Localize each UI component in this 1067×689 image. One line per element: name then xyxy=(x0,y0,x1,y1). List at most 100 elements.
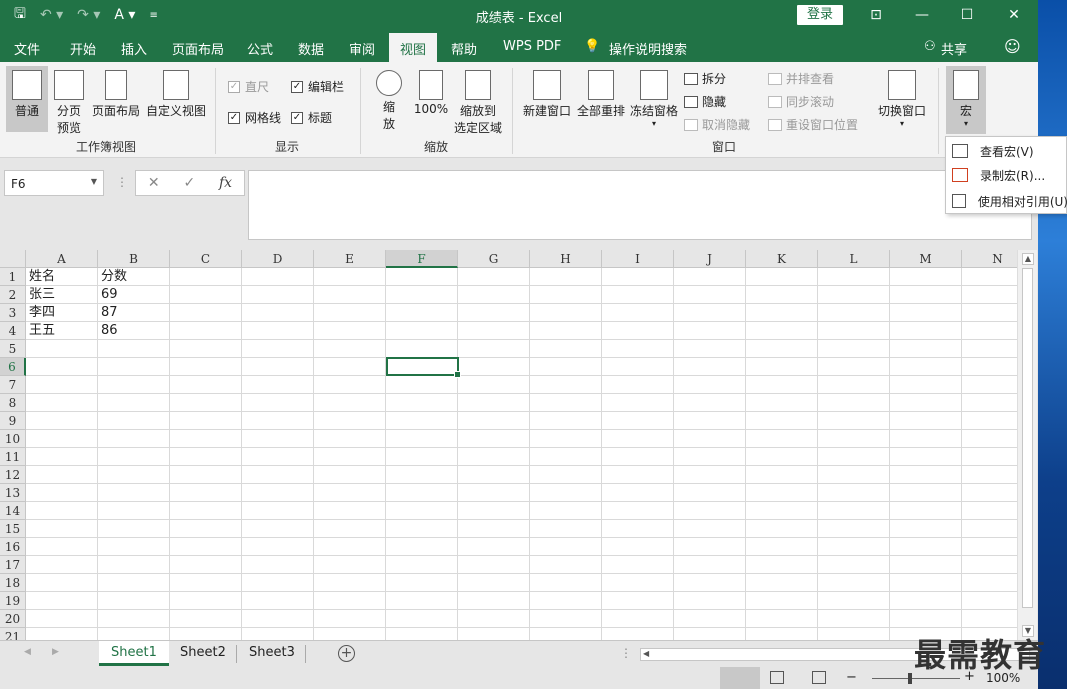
custom-views-button[interactable]: 自定义视图 xyxy=(144,70,208,119)
column-header-D[interactable]: D xyxy=(242,250,314,268)
row-header-18[interactable]: 18 xyxy=(0,574,26,592)
macros-button[interactable]: 宏 ▾ xyxy=(946,66,986,134)
add-sheet-icon[interactable]: + xyxy=(338,645,355,662)
row-header-15[interactable]: 15 xyxy=(0,520,26,538)
sync-scroll-button[interactable]: 同步滚动 xyxy=(768,93,834,110)
view-macros-item[interactable]: 查看宏(V) xyxy=(946,139,1067,163)
new-window-button[interactable]: 新建窗口 xyxy=(520,70,574,119)
name-box[interactable]: F6 ▼ xyxy=(4,170,104,196)
zoom-slider[interactable] xyxy=(872,678,960,679)
page-break-status-icon[interactable] xyxy=(812,671,826,684)
vertical-scrollbar[interactable]: ▲ ▼ xyxy=(1017,250,1037,640)
tab-wps-pdf[interactable]: WPS PDF xyxy=(503,39,561,54)
cell-A2[interactable]: 张三 xyxy=(26,286,55,304)
row-header-1[interactable]: 1 xyxy=(0,268,26,286)
formula-input[interactable] xyxy=(248,170,1032,240)
page-break-preview-button[interactable]: 分页 预览 xyxy=(52,70,86,136)
tab-data[interactable]: 数据 xyxy=(298,39,324,58)
cell-B2[interactable]: 69 xyxy=(98,286,118,304)
row-header-5[interactable]: 5 xyxy=(0,340,26,358)
use-relative-references-item[interactable]: 使用相对引用(U) xyxy=(946,189,1067,213)
column-header-C[interactable]: C xyxy=(170,250,242,268)
chevron-down-icon[interactable]: ▼ xyxy=(91,177,97,186)
selected-cell-F6[interactable] xyxy=(386,357,461,378)
row-header-2[interactable]: 2 xyxy=(0,286,26,304)
unhide-button[interactable]: 取消隐藏 xyxy=(684,116,750,133)
tab-view[interactable]: 视图 xyxy=(389,33,438,62)
row-header-12[interactable]: 12 xyxy=(0,466,26,484)
column-header-I[interactable]: I xyxy=(602,250,674,268)
zoom-to-selection-button[interactable]: 缩放到 选定区域 xyxy=(452,70,504,136)
reset-window-position-button[interactable]: 重设窗口位置 xyxy=(768,116,858,133)
column-header-A[interactable]: A xyxy=(26,250,98,268)
worksheet-grid[interactable]: ABCDEFGHIJKLMN 1 2 3 4 5 6 7 8 9 10 11 12 13 14 15 16 17… xyxy=(0,250,1017,640)
page-layout-status-icon[interactable] xyxy=(770,671,784,684)
row-header-3[interactable]: 3 xyxy=(0,304,26,322)
column-header-K[interactable]: K xyxy=(746,250,818,268)
tab-home[interactable]: 开始 xyxy=(70,39,96,58)
ruler-checkbox[interactable]: ✓ 直尺 xyxy=(228,78,269,95)
smiley-feedback-icon[interactable]: ☺ xyxy=(1004,37,1021,56)
scroll-up-icon[interactable]: ▲ xyxy=(1022,253,1034,265)
row-header-20[interactable]: 20 xyxy=(0,610,26,628)
row-header-16[interactable]: 16 xyxy=(0,538,26,556)
row-header-4[interactable]: 4 xyxy=(0,322,26,340)
drag-handle-icon[interactable]: ⋮ xyxy=(620,646,632,660)
row-header-8[interactable]: 8 xyxy=(0,394,26,412)
zoom-slider-thumb[interactable] xyxy=(908,673,912,684)
cell-A3[interactable]: 李四 xyxy=(26,304,55,322)
tab-insert[interactable]: 插入 xyxy=(121,39,147,58)
row-header-21[interactable]: 21 xyxy=(0,628,26,640)
minimize-icon[interactable]: — xyxy=(910,4,934,26)
row-header-11[interactable]: 11 xyxy=(0,448,26,466)
row-header-7[interactable]: 7 xyxy=(0,376,26,394)
column-header-M[interactable]: M xyxy=(890,250,962,268)
column-header-H[interactable]: H xyxy=(530,250,602,268)
formula-bar-checkbox[interactable]: ✓ 编辑栏 xyxy=(291,78,344,95)
row-header-6[interactable]: 6 xyxy=(0,358,26,376)
select-all-corner[interactable] xyxy=(0,250,26,268)
tab-review[interactable]: 审阅 xyxy=(349,39,375,58)
column-header-G[interactable]: G xyxy=(458,250,530,268)
row-header-14[interactable]: 14 xyxy=(0,502,26,520)
cell-A1[interactable]: 姓名 xyxy=(26,268,55,286)
vertical-scroll-thumb[interactable] xyxy=(1022,268,1033,608)
column-header-B[interactable]: B xyxy=(98,250,170,268)
cell-A4[interactable]: 王五 xyxy=(26,322,55,340)
close-icon[interactable]: ✕ xyxy=(1002,4,1026,26)
row-header-9[interactable]: 9 xyxy=(0,412,26,430)
enter-icon[interactable]: ✓ xyxy=(183,175,195,191)
normal-view-button[interactable]: 普通 xyxy=(6,66,48,132)
row-header-17[interactable]: 17 xyxy=(0,556,26,574)
next-sheet-icon[interactable]: ▶ xyxy=(52,647,59,657)
record-macro-item[interactable]: 录制宏(R)... xyxy=(946,163,1067,187)
maximize-icon[interactable]: ☐ xyxy=(955,4,979,26)
cell-B4[interactable]: 86 xyxy=(98,322,118,340)
cell-B3[interactable]: 87 xyxy=(98,304,118,322)
sheet-tab-2[interactable]: Sheet2 xyxy=(168,641,238,666)
row-header-13[interactable]: 13 xyxy=(0,484,26,502)
column-header-J[interactable]: J xyxy=(674,250,746,268)
tell-me-search[interactable]: 操作说明搜索 xyxy=(609,39,687,58)
row-header-10[interactable]: 10 xyxy=(0,430,26,448)
hide-button[interactable]: 隐藏 xyxy=(684,93,726,110)
page-layout-view-button[interactable]: 页面布局 xyxy=(90,70,142,119)
normal-view-status-icon[interactable] xyxy=(720,667,760,689)
column-header-F[interactable]: F xyxy=(386,250,458,268)
column-header-N[interactable]: N xyxy=(962,250,1017,268)
drag-handle-icon[interactable]: ⋮ xyxy=(116,175,128,189)
headings-checkbox[interactable]: ✓ 标题 xyxy=(291,109,332,126)
zoom-out-icon[interactable]: − xyxy=(846,670,857,685)
zoom-100-button[interactable]: 100% xyxy=(412,70,450,116)
gridlines-checkbox[interactable]: ✓ 网格线 xyxy=(228,109,281,126)
sheet-tab-3[interactable]: Sheet3 xyxy=(237,641,307,666)
tab-formulas[interactable]: 公式 xyxy=(247,39,273,58)
split-button[interactable]: 拆分 xyxy=(684,70,726,87)
prev-sheet-icon[interactable]: ◀ xyxy=(24,647,31,657)
column-header-L[interactable]: L xyxy=(818,250,890,268)
freeze-panes-button[interactable]: 冻结窗格 ▾ xyxy=(628,70,680,128)
arrange-all-button[interactable]: 全部重排 xyxy=(575,70,627,119)
tab-help[interactable]: 帮助 xyxy=(451,39,477,58)
row-header-19[interactable]: 19 xyxy=(0,592,26,610)
sheet-tab-1[interactable]: Sheet1 xyxy=(99,641,169,666)
